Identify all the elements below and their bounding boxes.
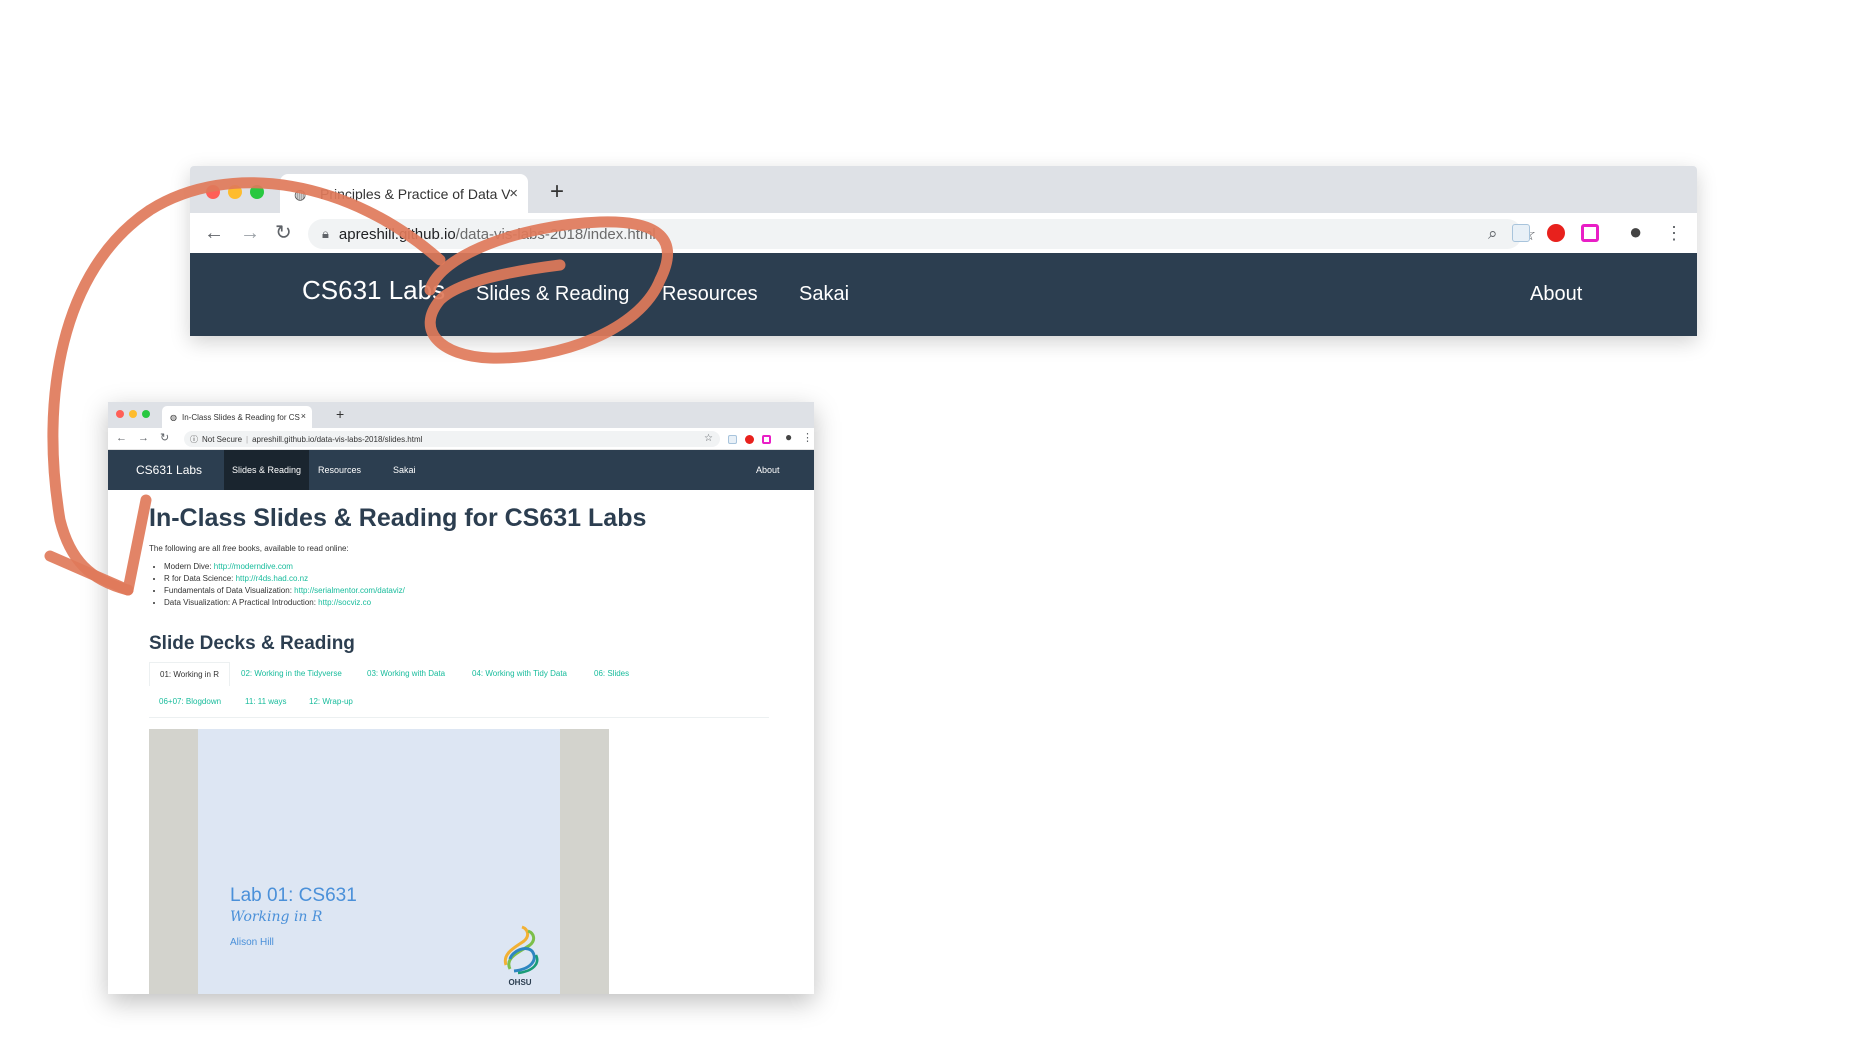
tab-deck-02[interactable]: 02: Working in the Tidyverse <box>231 662 352 686</box>
minimize-window-button[interactable] <box>129 410 137 418</box>
extension-f-icon[interactable] <box>728 435 737 444</box>
section-title: Slide Decks & Reading <box>149 633 355 654</box>
reload-icon[interactable]: ↻ <box>160 432 169 445</box>
opera-extension-icon[interactable] <box>1547 224 1565 242</box>
address-bar[interactable]: ⓘ Not Secure | apreshill.github.io/data-… <box>184 431 720 447</box>
small-browser-window: ◍ In-Class Slides & Reading for CS6 × + … <box>108 402 814 994</box>
security-label: Not Secure <box>202 434 243 444</box>
ohsu-logo: OHSU <box>498 925 542 987</box>
book-list: Modern Dive: http://moderndive.com R for… <box>164 561 405 609</box>
new-tab-button[interactable]: + <box>550 178 564 206</box>
nav-resources[interactable]: Resources <box>310 450 369 490</box>
navbar-brand[interactable]: CS631 Labs <box>302 275 445 306</box>
tab-deck-12[interactable]: 12: Wrap-up <box>299 690 363 714</box>
nav-sakai[interactable]: Sakai <box>385 450 424 490</box>
arrow-left-icon[interactable]: ← <box>116 432 127 445</box>
tab-bar: ◍ Principles & Practice of Data Vis × + <box>190 166 1697 213</box>
address-bar[interactable]: 🔒︎ apreshill.github.io/data-vis-labs-201… <box>308 219 1536 249</box>
tab-deck-11[interactable]: 11: 11 ways <box>235 690 297 714</box>
nav-slides-reading[interactable]: Slides & Reading <box>476 283 629 306</box>
nav-sakai[interactable]: Sakai <box>799 283 849 306</box>
page-title: In-Class Slides & Reading for CS631 Labs <box>149 504 647 532</box>
globe-icon: ◍ <box>294 185 307 202</box>
navbar-brand[interactable]: CS631 Labs <box>136 463 202 477</box>
list-item: R for Data Science: http://r4ds.had.co.n… <box>164 573 405 585</box>
info-icon: ⓘ <box>190 434 198 444</box>
site-navbar: CS631 Labs Slides & Reading Resources Sa… <box>190 253 1697 336</box>
arrow-left-icon[interactable]: ← <box>204 222 224 244</box>
tab-deck-06[interactable]: 06: Slides <box>584 662 639 686</box>
reload-icon[interactable]: ↻ <box>275 222 292 244</box>
browser-tab[interactable]: ◍ In-Class Slides & Reading for CS6 × <box>162 406 312 428</box>
site-navbar: CS631 Labs Slides & Reading Resources Sa… <box>108 450 814 490</box>
page-content: In-Class Slides & Reading for CS631 Labs… <box>108 490 814 994</box>
tab-title: In-Class Slides & Reading for CS6 <box>181 412 300 422</box>
book-link[interactable]: http://serialmentor.com/dataviz/ <box>294 586 405 595</box>
minimize-window-button[interactable] <box>228 185 242 199</box>
slide-embed[interactable]: Lab 01: CS631 Working in R Alison Hill O… <box>149 729 609 994</box>
list-item: Fundamentals of Data Visualization: http… <box>164 585 405 597</box>
slide-subtitle: Working in R <box>230 909 323 925</box>
browser-toolbar: ← → ↻ ⓘ Not Secure | apreshill.github.io… <box>108 428 814 450</box>
ohsu-logo-mark <box>503 925 539 975</box>
tab-close-icon[interactable]: × <box>509 185 518 202</box>
slide-title: Lab 01: CS631 <box>230 885 357 906</box>
tab-close-icon[interactable]: × <box>301 411 306 421</box>
browser-toolbar: ← → ↻ 🔒︎ apreshill.github.io/data-vis-la… <box>190 213 1697 253</box>
tab-bar: ◍ In-Class Slides & Reading for CS6 × + <box>108 402 814 428</box>
profile-icon[interactable]: ● <box>1629 221 1642 243</box>
list-item: Modern Dive: http://moderndive.com <box>164 561 405 573</box>
maximize-window-button[interactable] <box>250 185 264 199</box>
ohsu-logo-text: OHSU <box>508 978 532 987</box>
tab-title: Principles & Practice of Data Vis <box>320 185 510 202</box>
arrow-right-icon[interactable]: → <box>138 432 149 445</box>
url-host: apreshill.github.io <box>338 225 456 243</box>
large-browser-window: ◍ Principles & Practice of Data Vis × + … <box>190 166 1697 336</box>
extension-square-icon[interactable] <box>1581 224 1599 242</box>
tab-deck-03[interactable]: 03: Working with Data <box>357 662 455 686</box>
new-tab-button[interactable]: + <box>336 406 344 422</box>
book-link[interactable]: http://socviz.co <box>318 598 371 607</box>
kebab-menu-icon[interactable]: ⋮ <box>1665 222 1683 244</box>
nav-resources[interactable]: Resources <box>662 283 758 306</box>
star-icon[interactable]: ☆ <box>704 432 713 445</box>
maximize-window-button[interactable] <box>142 410 150 418</box>
lock-icon: 🔒︎ <box>322 226 329 241</box>
book-link[interactable]: http://moderndive.com <box>214 562 293 571</box>
tab-deck-06-07[interactable]: 06+07: Blogdown <box>149 690 231 714</box>
url-text: apreshill.github.io/data-vis-labs-2018/s… <box>252 434 423 444</box>
slide-author: Alison Hill <box>230 937 274 948</box>
close-window-button[interactable] <box>206 185 220 199</box>
slide-frame: Lab 01: CS631 Working in R Alison Hill O… <box>198 729 560 994</box>
tab-deck-04[interactable]: 04: Working with Tidy Data <box>462 662 577 686</box>
nav-about[interactable]: About <box>748 450 788 490</box>
arrow-right-icon[interactable]: → <box>240 222 260 244</box>
opera-extension-icon[interactable] <box>745 435 754 444</box>
url-path: /data-vis-labs-2018/index.html <box>455 225 656 243</box>
kebab-menu-icon[interactable]: ⋮ <box>802 432 813 445</box>
globe-icon: ◍ <box>170 412 177 422</box>
intro-text: The following are all free books, availa… <box>149 544 349 553</box>
profile-icon[interactable]: ● <box>785 431 792 444</box>
nav-about[interactable]: About <box>1530 283 1582 306</box>
extension-f-icon[interactable] <box>1512 224 1530 242</box>
close-window-button[interactable] <box>116 410 124 418</box>
deck-tabs: 01: Working in R 02: Working in the Tidy… <box>149 662 769 718</box>
nav-slides-reading[interactable]: Slides & Reading <box>224 450 310 490</box>
browser-tab[interactable]: ◍ Principles & Practice of Data Vis × <box>280 174 528 213</box>
extension-square-icon[interactable] <box>762 435 771 444</box>
list-item: Data Visualization: A Practical Introduc… <box>164 597 405 609</box>
book-link[interactable]: http://r4ds.had.co.nz <box>236 574 309 583</box>
zoom-icon[interactable]: ⌕ <box>1488 223 1498 245</box>
tab-deck-01[interactable]: 01: Working in R <box>149 662 230 686</box>
